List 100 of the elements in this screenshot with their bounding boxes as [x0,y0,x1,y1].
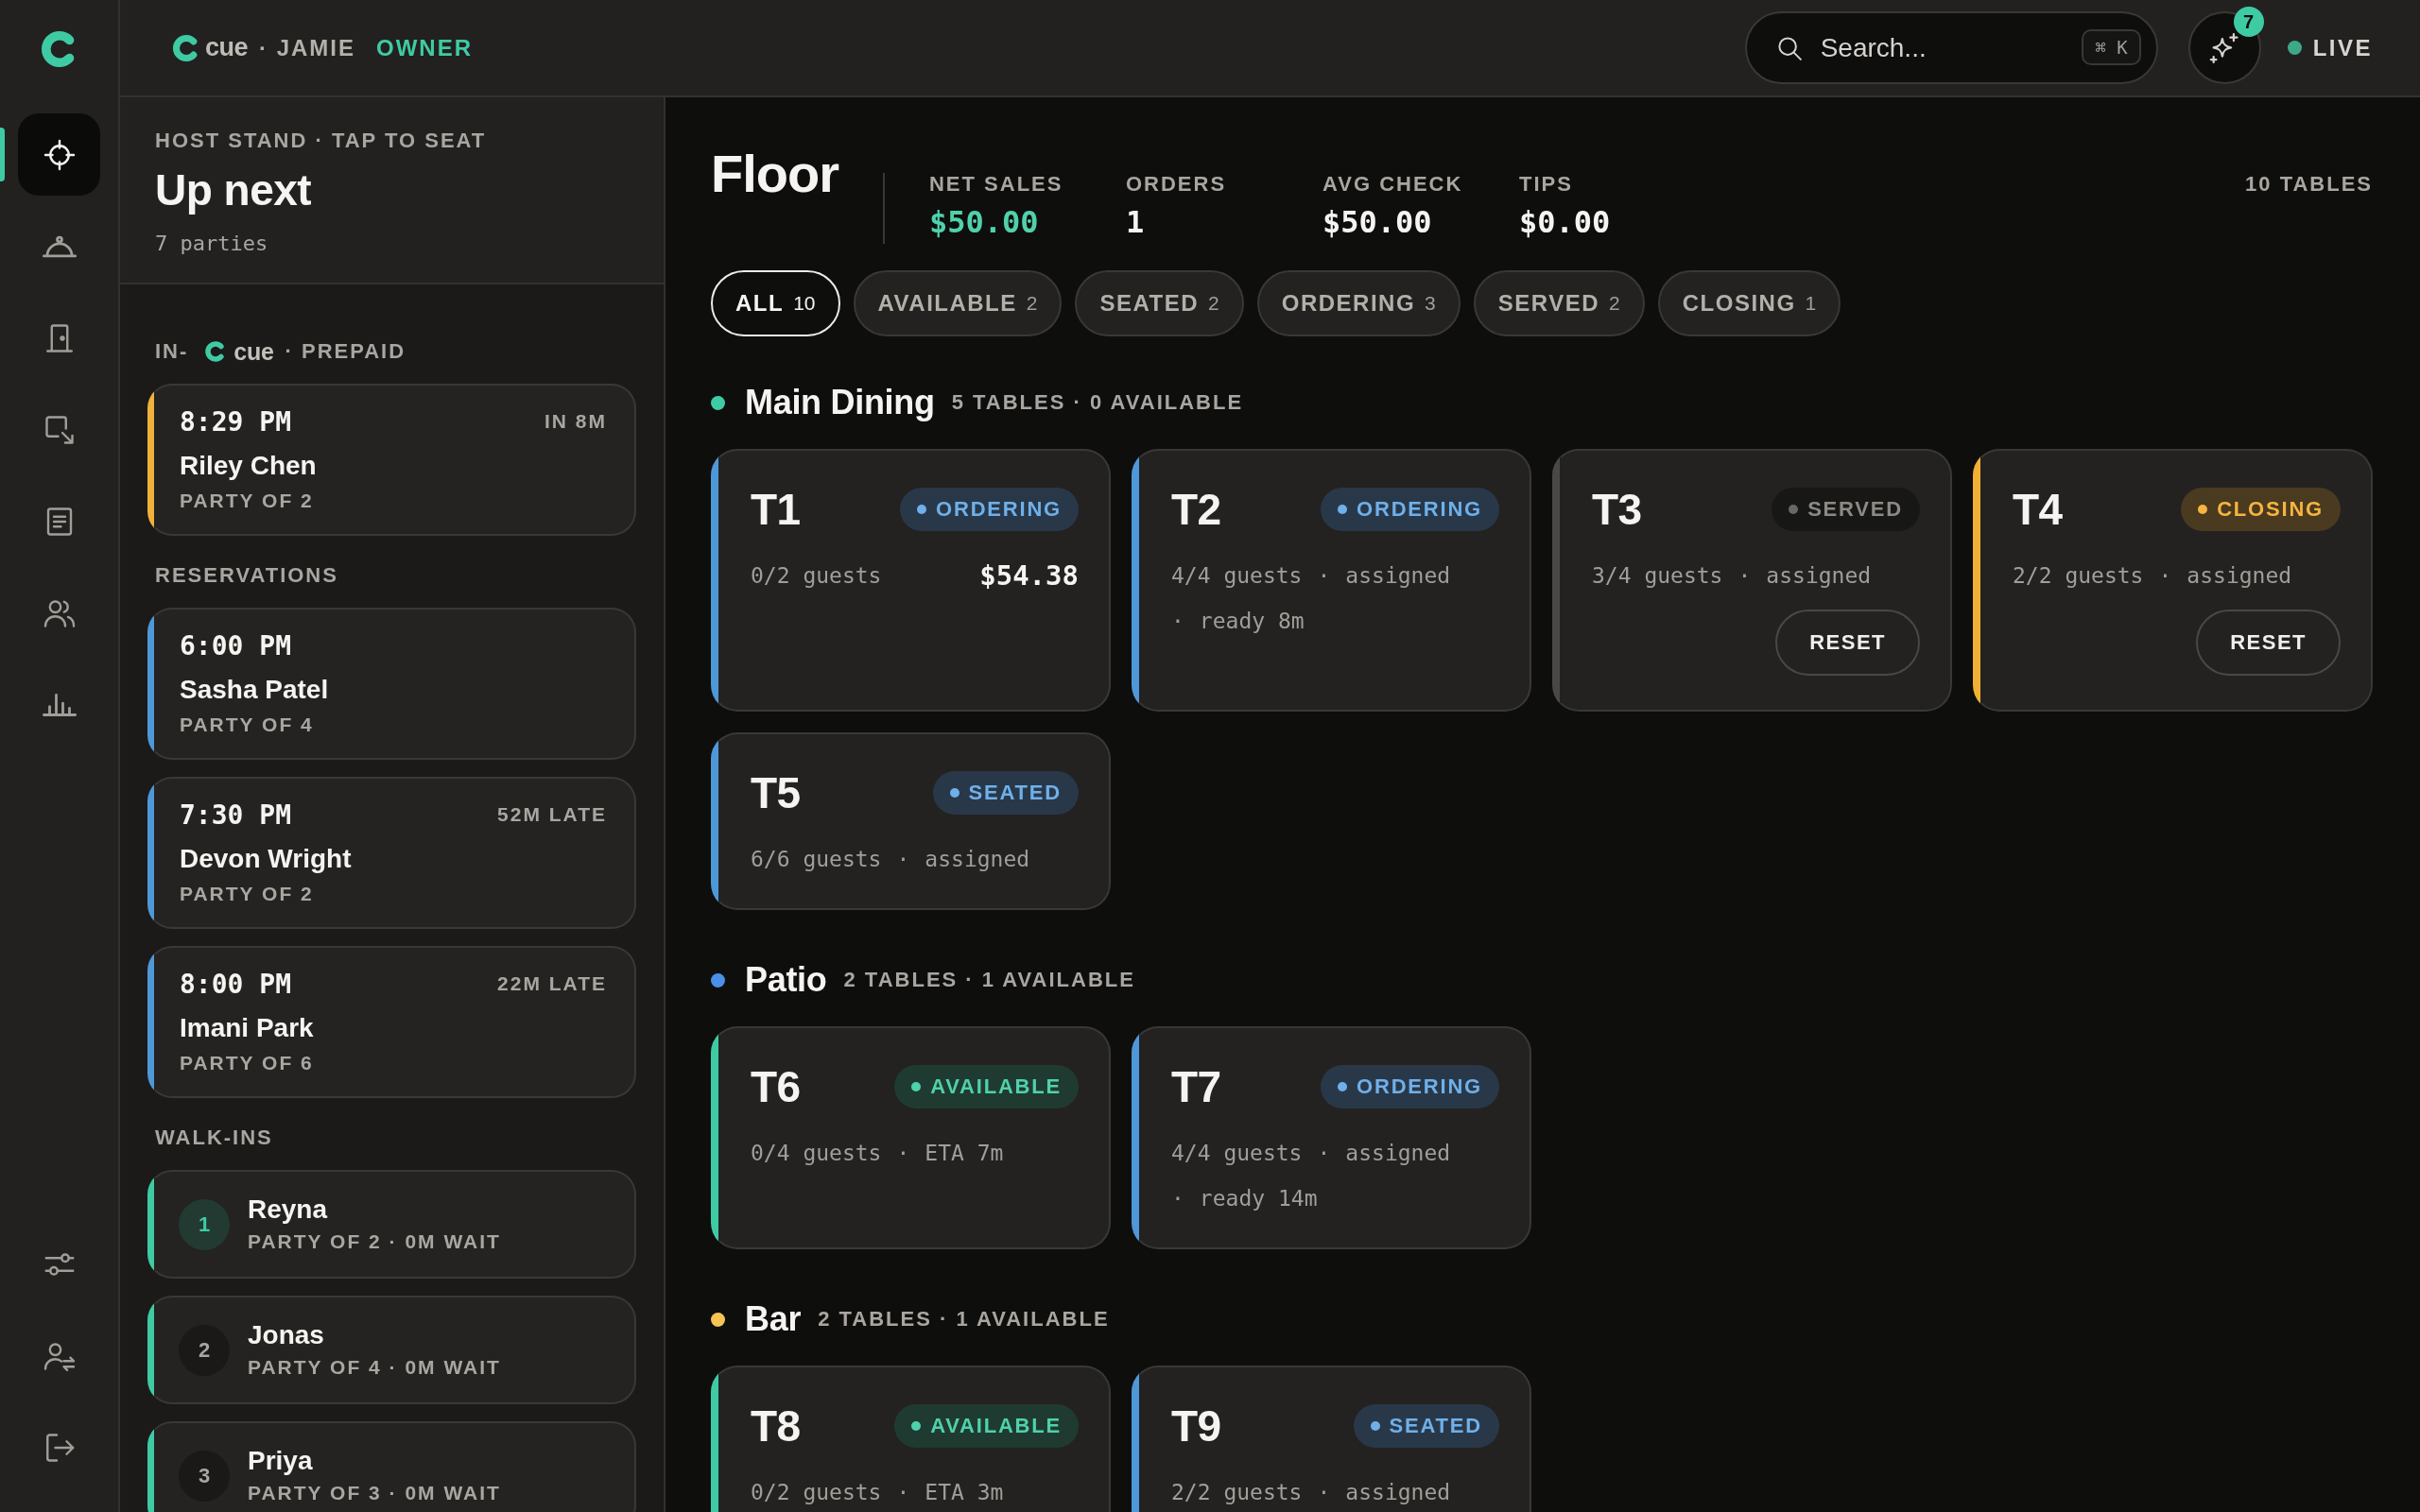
table-detail: 2/2 guests [2013,562,2144,590]
status-text: ORDERING [1357,497,1482,522]
party-size: PARTY OF 6 [180,1051,315,1075]
table-card[interactable]: T5 SEATED 6/6 guests · assigned [711,732,1111,910]
table-name: T3 [1592,487,1642,532]
filter-chip[interactable]: AVAILABLE 2 [853,270,1063,336]
party-name: Jonas [248,1319,325,1351]
table-name: T8 [751,1403,801,1449]
filter-chip[interactable]: ORDERING 3 [1256,270,1461,336]
status-text: ORDERING [936,497,1062,522]
party-timing: 22M LATE [497,972,607,995]
sparkle-icon [2208,31,2241,64]
party-size: PARTY OF 4 · 0M WAIT [248,1355,501,1380]
section-heading: · PREPAID [285,338,406,365]
table-detail: 3/4 guests [1592,562,1723,590]
position-badge: 3 [179,1450,230,1502]
party-card[interactable]: 1 Reyna PARTY OF 2 · 0M WAIT [147,1170,636,1279]
notification-badge: 7 [2233,7,2264,37]
reservation-time: 8:29 PM [180,405,291,438]
party-name: Imani Park [180,1012,315,1044]
status-dot-icon [1789,505,1799,514]
party-name: Sasha Patel [180,674,330,706]
status-dot-icon [1338,1082,1348,1091]
page-title: Floor [711,146,838,201]
party-name: Priya [248,1445,314,1477]
table-detail: 0/2 guests [751,1479,882,1506]
filter-chip[interactable]: SEATED 2 [1075,270,1244,336]
table-card[interactable]: T3 SERVED 3/4 guests · assigned RESET [1552,449,1952,712]
party-card[interactable]: 8:00 PM 22M LATE Imani Park PARTY OF 6 [147,946,636,1098]
position-badge: 1 [179,1198,230,1250]
stat-value: $50.00 [929,205,1040,239]
filter-chip[interactable]: ALL 10 [711,270,840,336]
user-role: OWNER [376,34,474,61]
party-card[interactable]: 2 Jonas PARTY OF 4 · 0M WAIT [147,1296,636,1404]
table-count: 10 TABLES [2245,171,2373,198]
party-card[interactable]: 6:00 PM Sasha Patel PARTY OF 4 [147,608,636,760]
party-name: Devon Wright [180,843,353,875]
table-name: T7 [1171,1064,1221,1109]
party-card[interactable]: 7:30 PM 52M LATE Devon Wright PARTY OF 2 [147,777,636,929]
filter-chip[interactable]: SERVED 2 [1473,270,1645,336]
status-dot-icon [2198,505,2208,514]
table-detail: · assigned [1317,1479,1451,1506]
live-dot-icon [2287,41,2302,55]
cloche-icon [42,234,77,258]
table-name: T5 [751,770,801,816]
party-card[interactable]: 3 Priya PARTY OF 3 · 0M WAIT [147,1421,636,1512]
filter-chip[interactable]: CLOSING 1 [1657,270,1841,336]
status-dot-icon [949,788,959,798]
table-card[interactable]: T6 AVAILABLE 0/4 guests · ETA 7m [711,1026,1111,1249]
table-card[interactable]: T9 SEATED 2/2 guests · assigned [1132,1366,1531,1512]
table-detail: · ETA 7m [896,1140,1004,1167]
table-detail: 4/4 guests [1171,1140,1303,1167]
party-count: 7 parties [155,231,269,257]
table-detail: · ready 8m [1171,608,1305,635]
status-dot-icon [917,505,927,514]
section-summary: 5 TABLES · 0 AVAILABLE [951,390,1244,415]
table-detail: 0/4 guests [751,1140,882,1167]
brand-wordmark: cue [233,338,274,365]
reservation-time: 8:00 PM [180,968,291,1000]
live-status: LIVE [2312,34,2373,61]
shortcut-hint: ⌘ K [2082,29,2141,65]
table-card[interactable]: T4 CLOSING 2/2 guests · assigned RESET [1973,449,2373,712]
reset-button[interactable]: RESET [2196,610,2341,676]
table-card[interactable]: T2 ORDERING 4/4 guests · assigned · ready 8m [1132,449,1531,712]
party-size: PARTY OF 2 · 0M WAIT [248,1229,501,1254]
stat-label: AVG CHECK [1322,171,1464,198]
table-card[interactable]: T1 ORDERING 0/2 guests $54.38 [711,449,1111,712]
reservation-time: 6:00 PM [180,629,291,662]
stat-label: ORDERS [1126,171,1228,198]
party-timing: IN 8M [544,410,607,433]
table-detail: · assigned [1737,562,1872,590]
table-total: $54.38 [979,560,1079,591]
table-detail: · assigned [2158,562,2292,590]
table-name: T2 [1171,487,1221,532]
status-dot-icon [911,1421,922,1431]
section-name: Patio [745,959,827,1001]
reservation-time: 7:30 PM [180,799,291,831]
party-size: PARTY OF 2 [180,489,315,513]
table-detail: 0/2 guests [751,562,882,590]
crosshair-icon [42,137,77,172]
section-name: Bar [745,1298,802,1340]
party-card[interactable]: 8:29 PM IN 8M Riley Chen PARTY OF 2 [147,384,636,536]
section-heading: RESERVATIONS [155,562,339,589]
status-text: ORDERING [1357,1074,1482,1099]
table-card[interactable]: T7 ORDERING 4/4 guests · assigned · ready 14m [1132,1026,1531,1249]
table-card[interactable]: T8 AVAILABLE 0/2 guests · ETA 3m [711,1366,1111,1512]
status-dot-icon [911,1082,922,1091]
nav-button[interactable] [18,113,100,196]
status-text: AVAILABLE [930,1414,1062,1438]
reset-button[interactable]: RESET [1775,610,1920,676]
table-name: T4 [2013,487,2063,532]
position-badge: 2 [179,1324,230,1376]
table-detail: 6/6 guests [751,846,882,873]
status-text: CLOSING [2217,497,2324,522]
table-detail: · ready 14m [1171,1185,1318,1212]
section-heading: IN- [155,338,189,365]
panel-eyebrow: HOST STAND · TAP TO SEAT [155,128,488,154]
stat-label: NET SALES [929,171,1064,198]
party-timing: 52M LATE [497,803,607,826]
status-dot-icon [1338,505,1348,514]
